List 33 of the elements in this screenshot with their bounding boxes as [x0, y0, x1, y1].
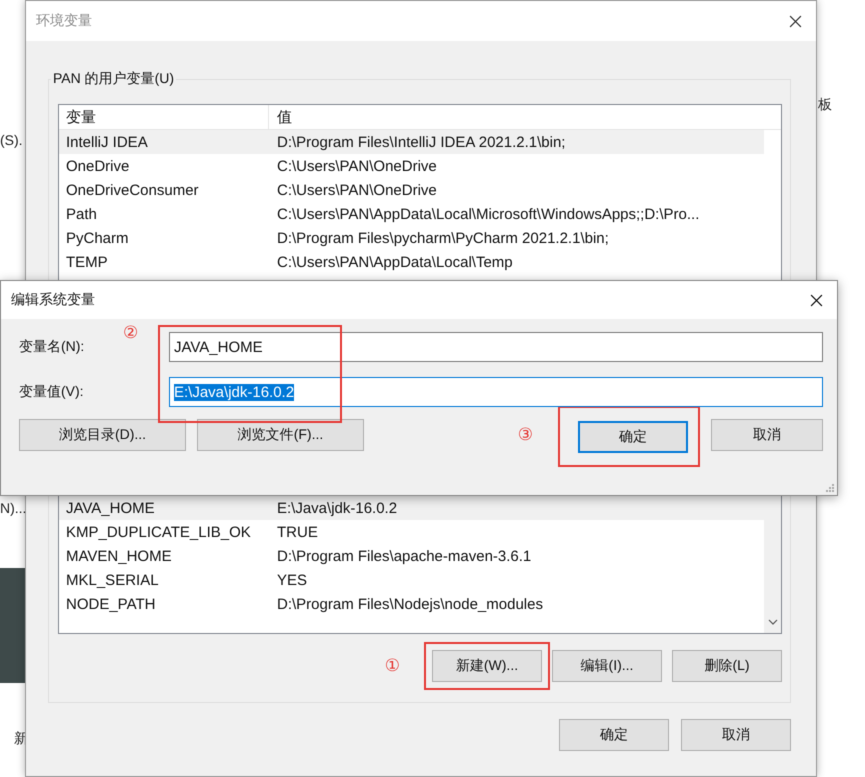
variable-value: TRUE	[276, 524, 318, 540]
variable-value: C:\Users\PAN\OneDrive	[276, 158, 437, 174]
window-title: 编辑系统变量	[11, 291, 95, 309]
variable-name: JAVA_HOME	[65, 500, 156, 516]
variable-value: C:\Users\PAN\AppData\Local\Microsoft\WindowsApps;;D:\Pro...	[276, 206, 700, 222]
variable-value: D:\Program Files\IntelliJ IDEA 2021.2.1\bin;	[276, 134, 566, 150]
field-label: 变量名(N):	[19, 338, 86, 356]
variable-value: E:\Java\jdk-16.0.2	[276, 500, 398, 516]
variable-value: D:\Program Files\Nodejs\node_modules	[276, 596, 543, 612]
background-text: (S).	[0, 132, 23, 148]
variable-name: MKL_SERIAL	[65, 572, 160, 588]
variable-name: OneDriveConsumer	[65, 182, 200, 198]
variable-value: D:\Program Files\apache-maven-3.6.1	[276, 548, 532, 564]
variable-name: OneDrive	[65, 158, 130, 174]
variable-name: NODE_PATH	[65, 596, 156, 612]
step-number: ③	[518, 425, 533, 445]
window-title: 环境变量	[36, 12, 92, 30]
step-number: ②	[123, 323, 138, 343]
variable-value: C:\Users\PAN\AppData\Local\Temp	[276, 254, 513, 270]
step-number: ①	[384, 656, 400, 676]
variable-value: YES	[276, 572, 308, 588]
group-label: PAN 的用户变量(U)	[51, 70, 176, 88]
variable-value: C:\Users\PAN\OneDrive	[276, 182, 437, 198]
background-text: 板	[818, 96, 832, 114]
variable-name: MAVEN_HOME	[65, 548, 173, 564]
variable-name: IntelliJ IDEA	[65, 134, 149, 150]
field-label: 变量值(V):	[19, 383, 85, 401]
variable-name: Path	[65, 206, 98, 222]
variable-name: TEMP	[65, 254, 109, 270]
variable-name: PyCharm	[65, 230, 130, 246]
variable-name: KMP_DUPLICATE_LIB_OK	[65, 524, 252, 540]
variable-value: D:\Program Files\pycharm\PyCharm 2021.2.1\bin;	[276, 230, 609, 246]
background-text: N)...	[0, 500, 26, 516]
